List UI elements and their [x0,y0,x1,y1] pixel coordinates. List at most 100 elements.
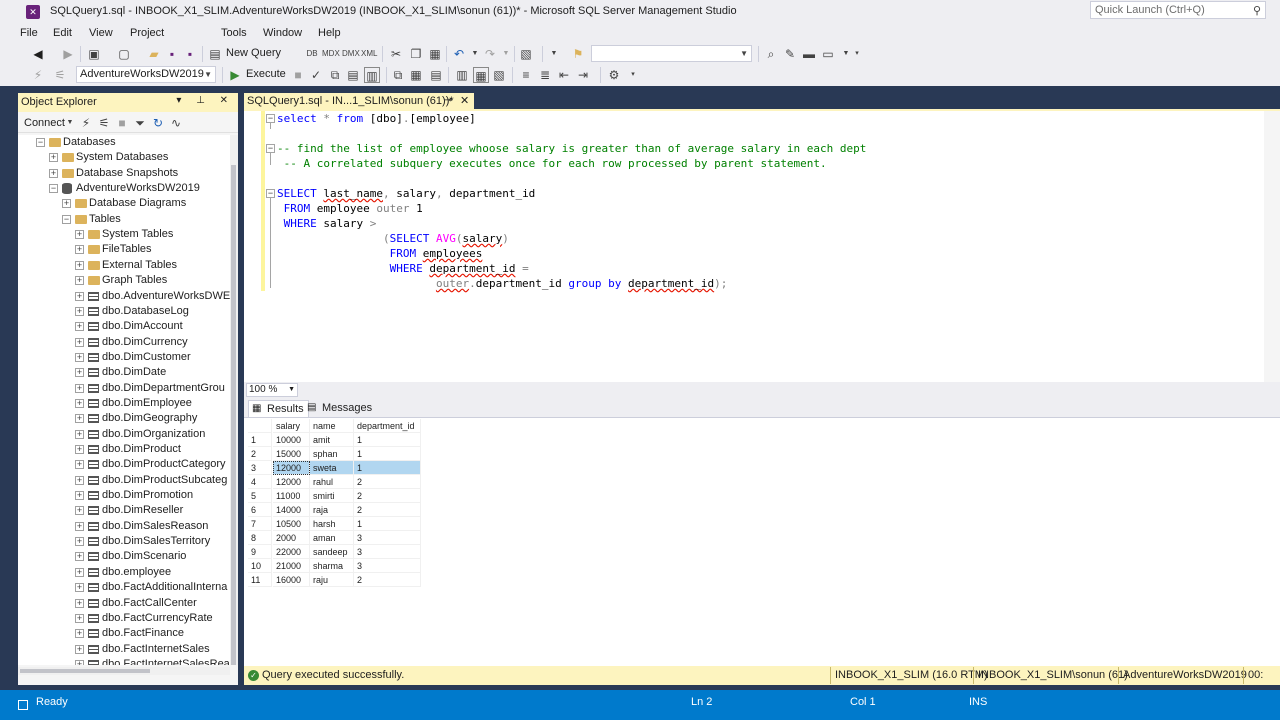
row-header-corner[interactable] [248,419,272,433]
menu-file[interactable]: File [20,27,38,39]
salary-cell[interactable]: 10500 [273,517,310,531]
execute-play-icon[interactable]: ▶ [227,67,243,83]
tree-node[interactable]: − Databases [18,135,230,150]
uncomment-icon[interactable]: ≣ [537,67,553,83]
expand-icon[interactable]: + [75,537,84,547]
department-id-cell[interactable]: 1 [354,461,421,475]
expand-icon[interactable]: + [75,230,84,240]
tree-node[interactable]: + Database Snapshots [18,166,230,181]
dmx-query-icon[interactable]: DMX [342,46,360,62]
department-id-cell[interactable]: 3 [354,559,421,573]
tree-node[interactable]: + dbo.DatabaseLog [18,304,230,319]
expand-icon[interactable]: + [75,506,84,516]
row-number-cell[interactable]: 5 [248,489,272,503]
row-number-cell[interactable]: 6 [248,503,272,517]
salary-cell[interactable]: 22000 [273,545,310,559]
results-to-grid-selected-icon[interactable]: ▦ [473,67,489,83]
toolbar-options-icon[interactable]: ▾ [625,67,641,83]
tree-node[interactable]: + dbo.DimDepartmentGrou [18,381,230,396]
cancel-query-icon[interactable]: ■ [290,67,306,83]
save-icon[interactable]: ▪ [164,46,180,62]
xmla-query-icon[interactable]: XML [361,46,377,62]
row-number-cell[interactable]: 10 [248,559,272,573]
display-estimated-plan-icon[interactable]: ⧉ [327,67,343,83]
tree-node[interactable]: + dbo.DimReseller [18,503,230,518]
tree-node[interactable]: + dbo.DimSalesTerritory [18,534,230,549]
salary-cell[interactable]: 2000 [273,531,310,545]
tree-node[interactable]: + dbo.DimCurrency [18,335,230,350]
salary-cell[interactable]: 12000 [273,475,310,489]
salary-cell[interactable]: 21000 [273,559,310,573]
tree-node[interactable]: + dbo.DimDate [18,365,230,380]
menu-view[interactable]: View [89,27,113,39]
collapse-icon[interactable]: − [36,138,45,147]
new-query-button[interactable]: New Query [226,47,281,59]
tree-node[interactable]: + dbo.FactAdditionalInterna [18,580,230,595]
activity-monitor-icon[interactable]: ∿ [168,115,184,131]
tree-node[interactable]: + dbo.DimProductCategory [18,457,230,472]
name-cell[interactable]: sweta [310,461,354,475]
department-id-cell[interactable]: 2 [354,475,421,489]
department-id-cell[interactable]: 1 [354,447,421,461]
department-id-cell[interactable]: 2 [354,503,421,517]
row-number-cell[interactable]: 8 [248,531,272,545]
query-designer-icon[interactable]: ▤ [345,67,361,83]
tree-node[interactable]: + External Tables [18,258,230,273]
expand-icon[interactable]: + [75,383,84,393]
connect-dropdown-icon[interactable]: ▼ [62,115,78,131]
tree-node[interactable]: + dbo.DimProductSubcateg [18,473,230,488]
table-row[interactable]: 5 11000 smirti 2 [248,489,421,503]
department-id-cell[interactable]: 1 [354,517,421,531]
table-row[interactable]: 9 22000 sandeep 3 [248,545,421,559]
table-row[interactable]: 10 21000 sharma 3 [248,559,421,573]
salary-cell[interactable]: 11000 [273,489,310,503]
expand-icon[interactable]: + [75,460,84,470]
row-number-cell[interactable]: 4 [248,475,272,489]
fold-collapse-icon[interactable]: − [266,114,275,123]
collapse-icon[interactable]: − [62,214,71,224]
tree-node[interactable]: + dbo.DimAccount [18,319,230,334]
open-folder-icon[interactable]: ▰ [146,46,162,62]
tab-results[interactable]: ▦ Results [248,400,309,417]
expand-icon[interactable]: + [75,352,84,362]
name-cell[interactable]: sphan [310,447,354,461]
name-cell[interactable]: sharma [310,559,354,573]
comment-out-icon[interactable]: ≡ [518,67,534,83]
available-databases-combo[interactable]: AdventureWorksDW2019 ▼ [76,66,216,83]
toolbar-dropdown-icon[interactable]: ▼ [546,46,562,62]
redo-icon[interactable]: ↷ [482,46,498,62]
name-cell[interactable]: harsh [310,517,354,531]
new-file-icon[interactable]: ▢ [116,46,132,62]
parse-check-icon[interactable]: ✓ [308,67,324,83]
tab-sqlquery1[interactable]: SQLQuery1.sql - IN...1_SLIM\sonun (61))*… [244,93,474,110]
connect-button[interactable]: Connect [24,117,65,129]
expand-icon[interactable]: + [75,245,84,255]
object-explorer-horizontal-scrollbar[interactable] [18,667,230,675]
name-cell[interactable]: raja [310,503,354,517]
connect-plug-icon[interactable]: ⚡ [78,115,94,131]
editor-vertical-scrollbar[interactable] [1264,111,1280,382]
expand-icon[interactable]: + [75,613,84,623]
close-icon[interactable]: ✕ [460,94,469,107]
tab-messages[interactable]: ▤ Messages [304,400,376,417]
department-id-cell[interactable]: 1 [354,433,421,447]
pin-icon[interactable]: ⊸ [444,95,452,106]
disconnect-icon[interactable]: ⚟ [52,67,68,83]
menu-edit[interactable]: Edit [53,27,72,39]
column-header[interactable]: name [310,419,354,433]
tree-node[interactable]: + dbo.DimScenario [18,549,230,564]
scrollbar-thumb[interactable] [20,669,150,673]
tree-node[interactable]: + dbo.DimProduct [18,442,230,457]
cut-icon[interactable]: ✂ [388,46,404,62]
name-cell[interactable]: raju [310,573,354,587]
specify-template-values-icon[interactable]: ⚙ [606,67,622,83]
decrease-indent-icon[interactable]: ⇤ [556,67,572,83]
expand-icon[interactable]: + [75,291,84,301]
client-statistics-icon[interactable]: ▦ [408,67,424,83]
expand-icon[interactable]: + [75,306,84,316]
row-number-cell[interactable]: 7 [248,517,272,531]
name-cell[interactable]: sandeep [310,545,354,559]
table-row[interactable]: 2 15000 sphan 1 [248,447,421,461]
activity-monitor-icon[interactable]: ▧ [518,46,534,62]
filter-icon[interactable]: ⏷ [132,115,148,131]
